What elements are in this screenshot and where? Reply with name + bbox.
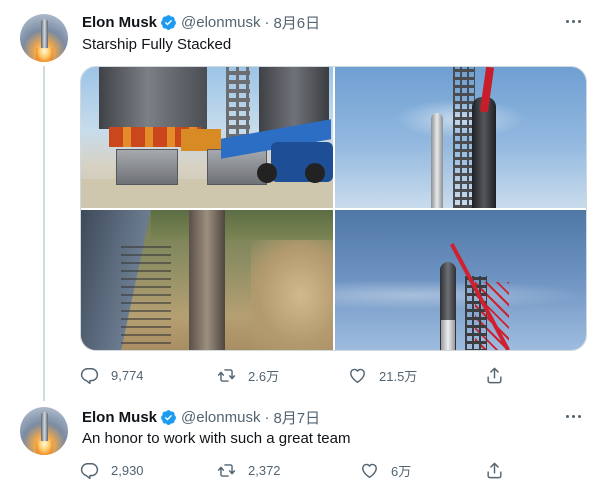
avatar[interactable]: [20, 14, 68, 62]
reply-count: 9,774: [111, 368, 144, 383]
tweet-actions: 2,930 2,372 6万: [80, 461, 520, 481]
retweet-count: 2,372: [248, 463, 281, 478]
thread-line: [43, 66, 45, 401]
tweet-text: An honor to work with such a great team: [82, 430, 351, 447]
author-handle[interactable]: @elonmusk: [181, 14, 260, 31]
heart-icon: [350, 368, 365, 383]
retweet-button[interactable]: 2,372: [217, 461, 281, 480]
photo-starship-base[interactable]: [81, 67, 333, 208]
share-button[interactable]: [485, 461, 516, 480]
like-count: 21.5万: [379, 369, 418, 384]
like-count: 6万: [391, 464, 412, 479]
tweet[interactable]: Elon Musk @elonmusk · 8月7日 An honor to w…: [0, 395, 601, 489]
tweet-date[interactable]: 8月6日: [273, 12, 320, 33]
reply-count: 2,930: [111, 463, 144, 478]
photo-starship-tower[interactable]: [335, 67, 586, 208]
more-horizontal-icon[interactable]: [564, 407, 583, 426]
more-horizontal-icon[interactable]: [564, 12, 583, 31]
author-handle[interactable]: @elonmusk: [181, 409, 260, 426]
avatar[interactable]: [20, 407, 68, 455]
media-grid: [80, 66, 587, 351]
like-button[interactable]: 21.5万: [348, 366, 417, 385]
share-icon: [487, 367, 502, 384]
tweet-header: Elon Musk @elonmusk · 8月6日: [82, 12, 320, 32]
reply-button[interactable]: 2,930: [80, 461, 144, 480]
avatar-flame: [36, 48, 53, 62]
retweet-count: 2.6万: [248, 369, 280, 384]
avatar-flame: [36, 441, 53, 455]
retweet-button[interactable]: 2.6万: [217, 366, 279, 385]
author-name[interactable]: Elon Musk: [82, 14, 157, 31]
like-button[interactable]: 6万: [360, 461, 411, 480]
separator-dot: ·: [264, 408, 270, 426]
tweet[interactable]: Elon Musk @elonmusk · 8月6日 Starship Full…: [0, 0, 601, 401]
reply-icon: [80, 368, 99, 385]
author-name[interactable]: Elon Musk: [82, 409, 157, 426]
separator-dot: ·: [264, 13, 270, 31]
tweet-actions: 9,774 2.6万 21.5万: [80, 366, 520, 386]
reply-button[interactable]: 9,774: [80, 366, 144, 385]
tweet-header: Elon Musk @elonmusk · 8月7日: [82, 407, 320, 427]
tweet-text: Starship Fully Stacked: [82, 36, 232, 53]
heart-icon: [362, 463, 377, 478]
share-button[interactable]: [485, 366, 516, 385]
photo-aerial-view[interactable]: [81, 210, 333, 350]
verified-badge-icon: [161, 409, 176, 425]
photo-crane-view[interactable]: [335, 210, 586, 350]
share-icon: [487, 462, 502, 479]
retweet-icon: [217, 369, 236, 382]
reply-icon: [80, 463, 99, 480]
verified-badge-icon: [161, 14, 176, 30]
retweet-icon: [217, 464, 236, 477]
tweet-date[interactable]: 8月7日: [273, 407, 320, 428]
